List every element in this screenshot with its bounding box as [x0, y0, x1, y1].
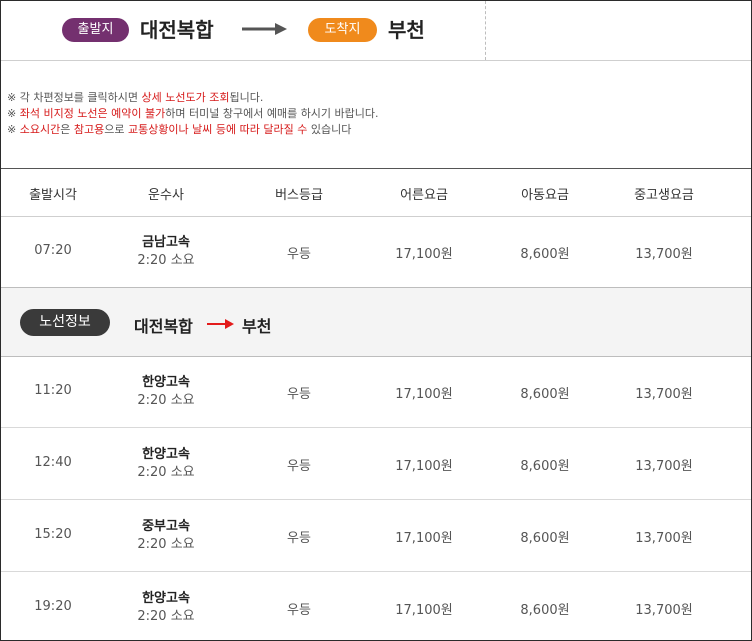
- notice-text: 하며 터미널 창구에서 예매를 하시기 바랍니다.: [165, 107, 379, 120]
- route-info-bar: 노선정보 대전복합 부천: [1, 287, 751, 357]
- column-header-adult-fare: 어른요금: [400, 188, 448, 203]
- adult-fare: 17,100원: [395, 459, 453, 474]
- notice-highlight: 소요시간: [19, 123, 61, 136]
- child-fare: 8,600원: [520, 247, 570, 262]
- notice-item: ※ 각 차편정보를 클릭하시면 상세 노선도가 조회됩니다.: [7, 90, 379, 106]
- notice-highlight: 상세 노선도가 조회: [141, 91, 230, 104]
- travel-duration: 2:20 소요: [137, 393, 195, 408]
- departure-time: 15:20: [34, 527, 72, 542]
- company-cell: 중부고속 2:20 소요: [116, 518, 216, 554]
- student-fare: 13,700원: [635, 247, 693, 262]
- company-name: 중부고속: [142, 519, 190, 534]
- notice-text: ※: [7, 123, 20, 136]
- child-fare: 8,600원: [520, 459, 570, 474]
- adult-fare: 17,100원: [395, 247, 453, 262]
- bus-schedule-panel: 출발지 대전복합 도착지 부천 ※ 각 차편정보를 클릭하시면 상세 노선도가 …: [0, 0, 752, 641]
- notice-text: 으로: [104, 123, 128, 136]
- notice-item: ※ 좌석 비지정 노선은 예약이 불가하며 터미널 창구에서 예매를 하시기 바…: [7, 106, 379, 122]
- notice-highlight: 참고용: [73, 123, 105, 136]
- notice-text: 있습니다: [307, 123, 352, 136]
- column-header-departure-time: 출발시각: [29, 188, 77, 203]
- table-row[interactable]: 19:20 한양고속 2:20 소요 우등 17,100원 8,600원 13,…: [1, 572, 751, 640]
- column-header-company: 운수사: [148, 188, 184, 203]
- child-fare: 8,600원: [520, 603, 570, 618]
- header-divider: [485, 1, 487, 60]
- travel-duration: 2:20 소요: [137, 537, 195, 552]
- travel-duration: 2:20 소요: [137, 253, 195, 268]
- notice-text: 은: [60, 123, 74, 136]
- bus-grade: 우등: [287, 531, 311, 546]
- table-header: 출발시각 운수사 버스등급 어른요금 아동요금 중고생요금: [1, 168, 751, 217]
- student-fare: 13,700원: [635, 387, 693, 402]
- arrow-right-icon: [207, 319, 234, 329]
- departure-time: 12:40: [34, 455, 72, 470]
- notice-highlight: 교통상황이나 날씨 등에 따라 달라질 수: [127, 123, 308, 136]
- company-name: 금남고속: [142, 235, 190, 250]
- bus-grade: 우등: [287, 247, 311, 262]
- column-header-bus-grade: 버스등급: [275, 188, 323, 203]
- table-row[interactable]: 11:20 한양고속 2:20 소요 우등 17,100원 8,600원 13,…: [1, 356, 751, 428]
- route-info-badge: 노선정보: [20, 309, 110, 336]
- travel-duration: 2:20 소요: [137, 609, 195, 624]
- bus-grade: 우등: [287, 603, 311, 618]
- notice-text: 됩니다.: [229, 91, 264, 104]
- student-fare: 13,700원: [635, 603, 693, 618]
- travel-duration: 2:20 소요: [137, 465, 195, 480]
- arrow-right-icon: [242, 23, 287, 35]
- company-cell: 한양고속 2:20 소요: [116, 446, 216, 482]
- notice-text: ※ 각 차편정보를 클릭하시면: [7, 91, 142, 104]
- departure-badge: 출발지: [62, 18, 129, 42]
- bus-grade: 우등: [287, 459, 311, 474]
- table-row[interactable]: 12:40 한양고속 2:20 소요 우등 17,100원 8,600원 13,…: [1, 428, 751, 500]
- column-header-student-fare: 중고생요금: [634, 188, 694, 203]
- company-name: 한양고속: [142, 447, 190, 462]
- departure-time: 19:20: [34, 599, 72, 614]
- adult-fare: 17,100원: [395, 387, 453, 402]
- notice-highlight: 좌석 비지정 노선은 예약이 불가: [19, 107, 166, 120]
- route-header: 출발지 대전복합 도착지 부천: [1, 1, 751, 61]
- departure-time: 11:20: [34, 383, 72, 398]
- child-fare: 8,600원: [520, 387, 570, 402]
- child-fare: 8,600원: [520, 531, 570, 546]
- departure-city: 대전복합: [140, 18, 214, 42]
- arrival-city: 부천: [388, 18, 425, 42]
- company-name: 한양고속: [142, 591, 190, 606]
- departure-time: 07:20: [34, 243, 72, 258]
- arrival-badge: 도착지: [308, 18, 377, 42]
- notice-list: ※ 각 차편정보를 클릭하시면 상세 노선도가 조회됩니다. ※ 좌석 비지정 …: [7, 90, 379, 138]
- company-cell: 한양고속 2:20 소요: [116, 374, 216, 410]
- company-cell: 한양고속 2:20 소요: [116, 590, 216, 626]
- bus-grade: 우등: [287, 387, 311, 402]
- route-to: 부천: [242, 317, 272, 336]
- adult-fare: 17,100원: [395, 531, 453, 546]
- student-fare: 13,700원: [635, 531, 693, 546]
- table-row[interactable]: 07:20 금남고속 2:20 소요 우등 17,100원 8,600원 13,…: [1, 216, 751, 288]
- adult-fare: 17,100원: [395, 603, 453, 618]
- company-cell: 금남고속 2:20 소요: [116, 234, 216, 270]
- company-name: 한양고속: [142, 375, 190, 390]
- column-header-child-fare: 아동요금: [521, 188, 569, 203]
- notice-item: ※ 소요시간은 참고용으로 교통상황이나 날씨 등에 따라 달라질 수 있습니다: [7, 122, 379, 138]
- notice-text: ※: [7, 107, 20, 120]
- table-row[interactable]: 15:20 중부고속 2:20 소요 우등 17,100원 8,600원 13,…: [1, 500, 751, 572]
- route-from: 대전복합: [134, 317, 193, 336]
- student-fare: 13,700원: [635, 459, 693, 474]
